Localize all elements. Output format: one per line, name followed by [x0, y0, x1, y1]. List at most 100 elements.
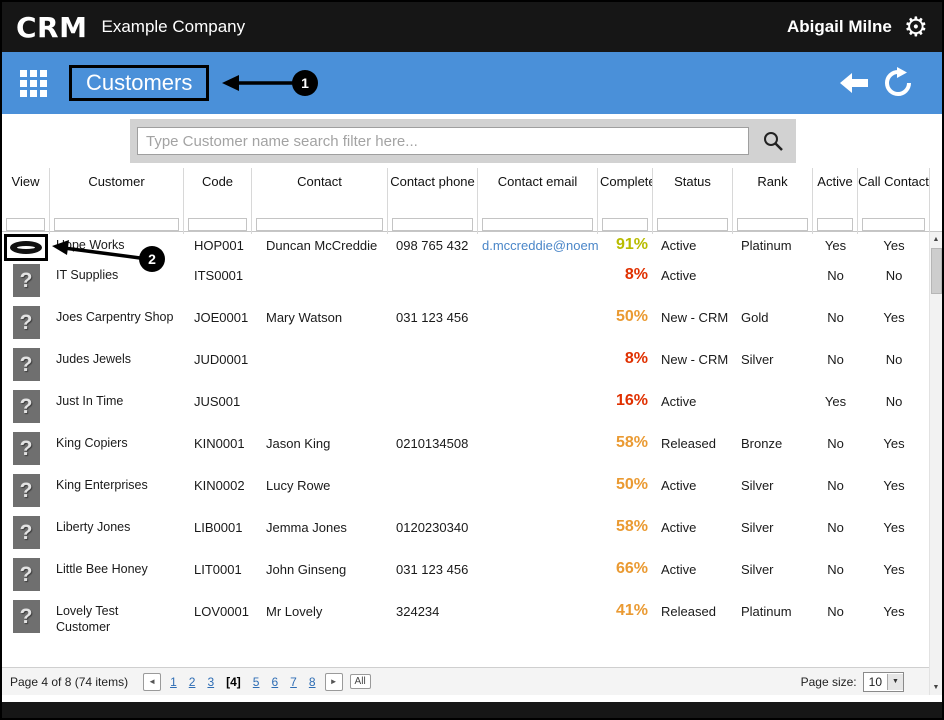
col-header-contact-email[interactable]: Contact email	[478, 168, 598, 212]
placeholder-question-icon[interactable]	[12, 390, 40, 423]
col-header-active[interactable]: Active	[813, 168, 858, 212]
page-link-2[interactable]: 2	[189, 675, 196, 689]
view-icon-cell[interactable]	[2, 430, 50, 472]
view-icon-cell[interactable]	[2, 556, 50, 598]
table-row[interactable]: Lovely Test Customer LOV0001 Mr Lovely 3…	[2, 598, 942, 640]
placeholder-question-icon[interactable]	[12, 432, 40, 465]
scroll-up-icon[interactable]: ▲	[930, 232, 943, 247]
table-row[interactable]: King Copiers KIN0001 Jason King 02101345…	[2, 430, 942, 472]
filter-input-contact-phone[interactable]	[392, 217, 473, 231]
filter-input-call-contact[interactable]	[862, 217, 925, 231]
filter-input-status[interactable]	[657, 217, 728, 231]
back-arrow-icon[interactable]	[838, 71, 870, 95]
table-row[interactable]: IT Supplies ITS0001 8% Active No No	[2, 262, 942, 304]
placeholder-question-icon[interactable]	[12, 474, 40, 507]
contact-email-link[interactable]	[478, 262, 598, 304]
table-row[interactable]: Little Bee Honey LIT0001 John Ginseng 03…	[2, 556, 942, 598]
view-icon-cell[interactable]	[2, 346, 50, 388]
col-header-view[interactable]: View	[2, 168, 50, 212]
filter-input-complete[interactable]	[602, 217, 648, 231]
table-row[interactable]: Hope Works HOP001 Duncan McCreddie 098 7…	[2, 232, 942, 262]
contact-name-cell: Jemma Jones	[266, 520, 347, 535]
col-header-complete[interactable]: Complete	[598, 168, 653, 212]
contact-email-link[interactable]	[478, 346, 598, 388]
page-link-5[interactable]: 5	[253, 675, 260, 689]
table-row[interactable]: Joes Carpentry Shop JOE0001 Mary Watson …	[2, 304, 942, 346]
refresh-icon[interactable]	[882, 67, 914, 99]
scroll-down-icon[interactable]: ▼	[930, 680, 943, 695]
filter-input-contact[interactable]	[256, 217, 383, 231]
call-contact-cell: Yes	[883, 604, 905, 619]
table-row[interactable]: Liberty Jones LIB0001 Jemma Jones 012023…	[2, 514, 942, 556]
placeholder-question-icon[interactable]	[12, 264, 40, 297]
placeholder-question-icon[interactable]	[12, 306, 40, 339]
table-row[interactable]: Just In Time JUS001 16% Active Yes No	[2, 388, 942, 430]
prev-page-button[interactable]: ◄	[143, 672, 162, 691]
col-header-status[interactable]: Status	[653, 168, 733, 212]
view-icon-cell[interactable]	[2, 598, 50, 640]
customer-code-cell: ITS0001	[194, 268, 244, 283]
contact-phone-cell: 098 765 432	[396, 238, 469, 253]
contact-email-link[interactable]	[478, 556, 598, 598]
building-icon[interactable]	[20, 69, 47, 97]
all-pages-button[interactable]: All	[349, 674, 371, 689]
contact-name-cell	[252, 388, 388, 430]
filter-input-rank[interactable]	[737, 217, 808, 231]
active-cell: No	[827, 352, 844, 367]
placeholder-question-icon[interactable]	[12, 558, 40, 591]
view-icon-cell[interactable]	[2, 232, 50, 262]
contact-email-link[interactable]	[478, 472, 598, 514]
search-icon[interactable]	[749, 129, 796, 153]
status-cell: New - CRM	[661, 352, 729, 367]
view-icon-cell[interactable]	[2, 304, 50, 346]
next-page-button[interactable]: ►	[324, 672, 343, 691]
settings-gear-icon[interactable]: ⚙	[904, 13, 928, 41]
col-header-contact[interactable]: Contact	[252, 168, 388, 212]
col-header-customer[interactable]: Customer	[50, 168, 184, 212]
filter-input-code[interactable]	[188, 217, 247, 231]
view-icon-cell[interactable]	[2, 514, 50, 556]
contact-email-link[interactable]	[478, 430, 598, 472]
placeholder-question-icon[interactable]	[12, 600, 40, 633]
view-icon-cell[interactable]	[2, 262, 50, 304]
view-icon-cell[interactable]	[2, 472, 50, 514]
vertical-scrollbar[interactable]: ▲ ▼	[929, 232, 942, 695]
contact-email-link[interactable]	[478, 388, 598, 430]
status-cell: Active	[661, 238, 697, 253]
customer-logo-icon[interactable]	[10, 241, 42, 254]
complete-percent-cell: 58%	[615, 518, 648, 535]
active-cell: Yes	[824, 394, 847, 409]
contact-email-link[interactable]: d.mccreddie@noem	[478, 232, 598, 262]
view-icon-cell[interactable]	[2, 388, 50, 430]
filter-input-active[interactable]	[817, 217, 853, 231]
filter-input-view[interactable]	[6, 217, 45, 231]
contact-phone-cell	[388, 472, 478, 514]
user-name[interactable]: Abigail Milne	[787, 17, 892, 37]
table-row[interactable]: Judes Jewels JUD0001 8% New - CRM Silver…	[2, 346, 942, 388]
filter-input-customer[interactable]	[54, 217, 179, 231]
contact-email-link[interactable]	[478, 514, 598, 556]
contact-phone-cell: 031 123 456	[396, 562, 469, 577]
page-link-8[interactable]: 8	[309, 675, 316, 689]
page-link-1[interactable]: 1	[170, 675, 177, 689]
placeholder-question-icon[interactable]	[12, 348, 40, 381]
page-link-3[interactable]: 3	[207, 675, 214, 689]
customer-name-cell: Hope Works	[56, 238, 125, 252]
col-header-rank[interactable]: Rank	[733, 168, 813, 212]
col-header-code[interactable]: Code	[184, 168, 252, 212]
placeholder-question-icon[interactable]	[12, 516, 40, 549]
contact-email-link[interactable]	[478, 598, 598, 640]
filter-input-contact-email[interactable]	[482, 217, 593, 231]
scrollbar-thumb[interactable]	[930, 248, 942, 294]
customer-search-input[interactable]	[137, 127, 749, 155]
col-header-contact-phone[interactable]: Contact phone	[388, 168, 478, 212]
active-cell: No	[827, 478, 844, 493]
col-header-call-contact[interactable]: Call Contact	[858, 168, 930, 212]
search-panel	[130, 119, 796, 163]
page-size-select[interactable]: 10 ▼	[862, 671, 904, 692]
table-row[interactable]: King Enterprises KIN0002 Lucy Rowe 50% A…	[2, 472, 942, 514]
customer-code-cell: JUS001	[194, 394, 241, 409]
page-link-6[interactable]: 6	[271, 675, 278, 689]
contact-email-link[interactable]	[478, 304, 598, 346]
page-link-7[interactable]: 7	[290, 675, 297, 689]
